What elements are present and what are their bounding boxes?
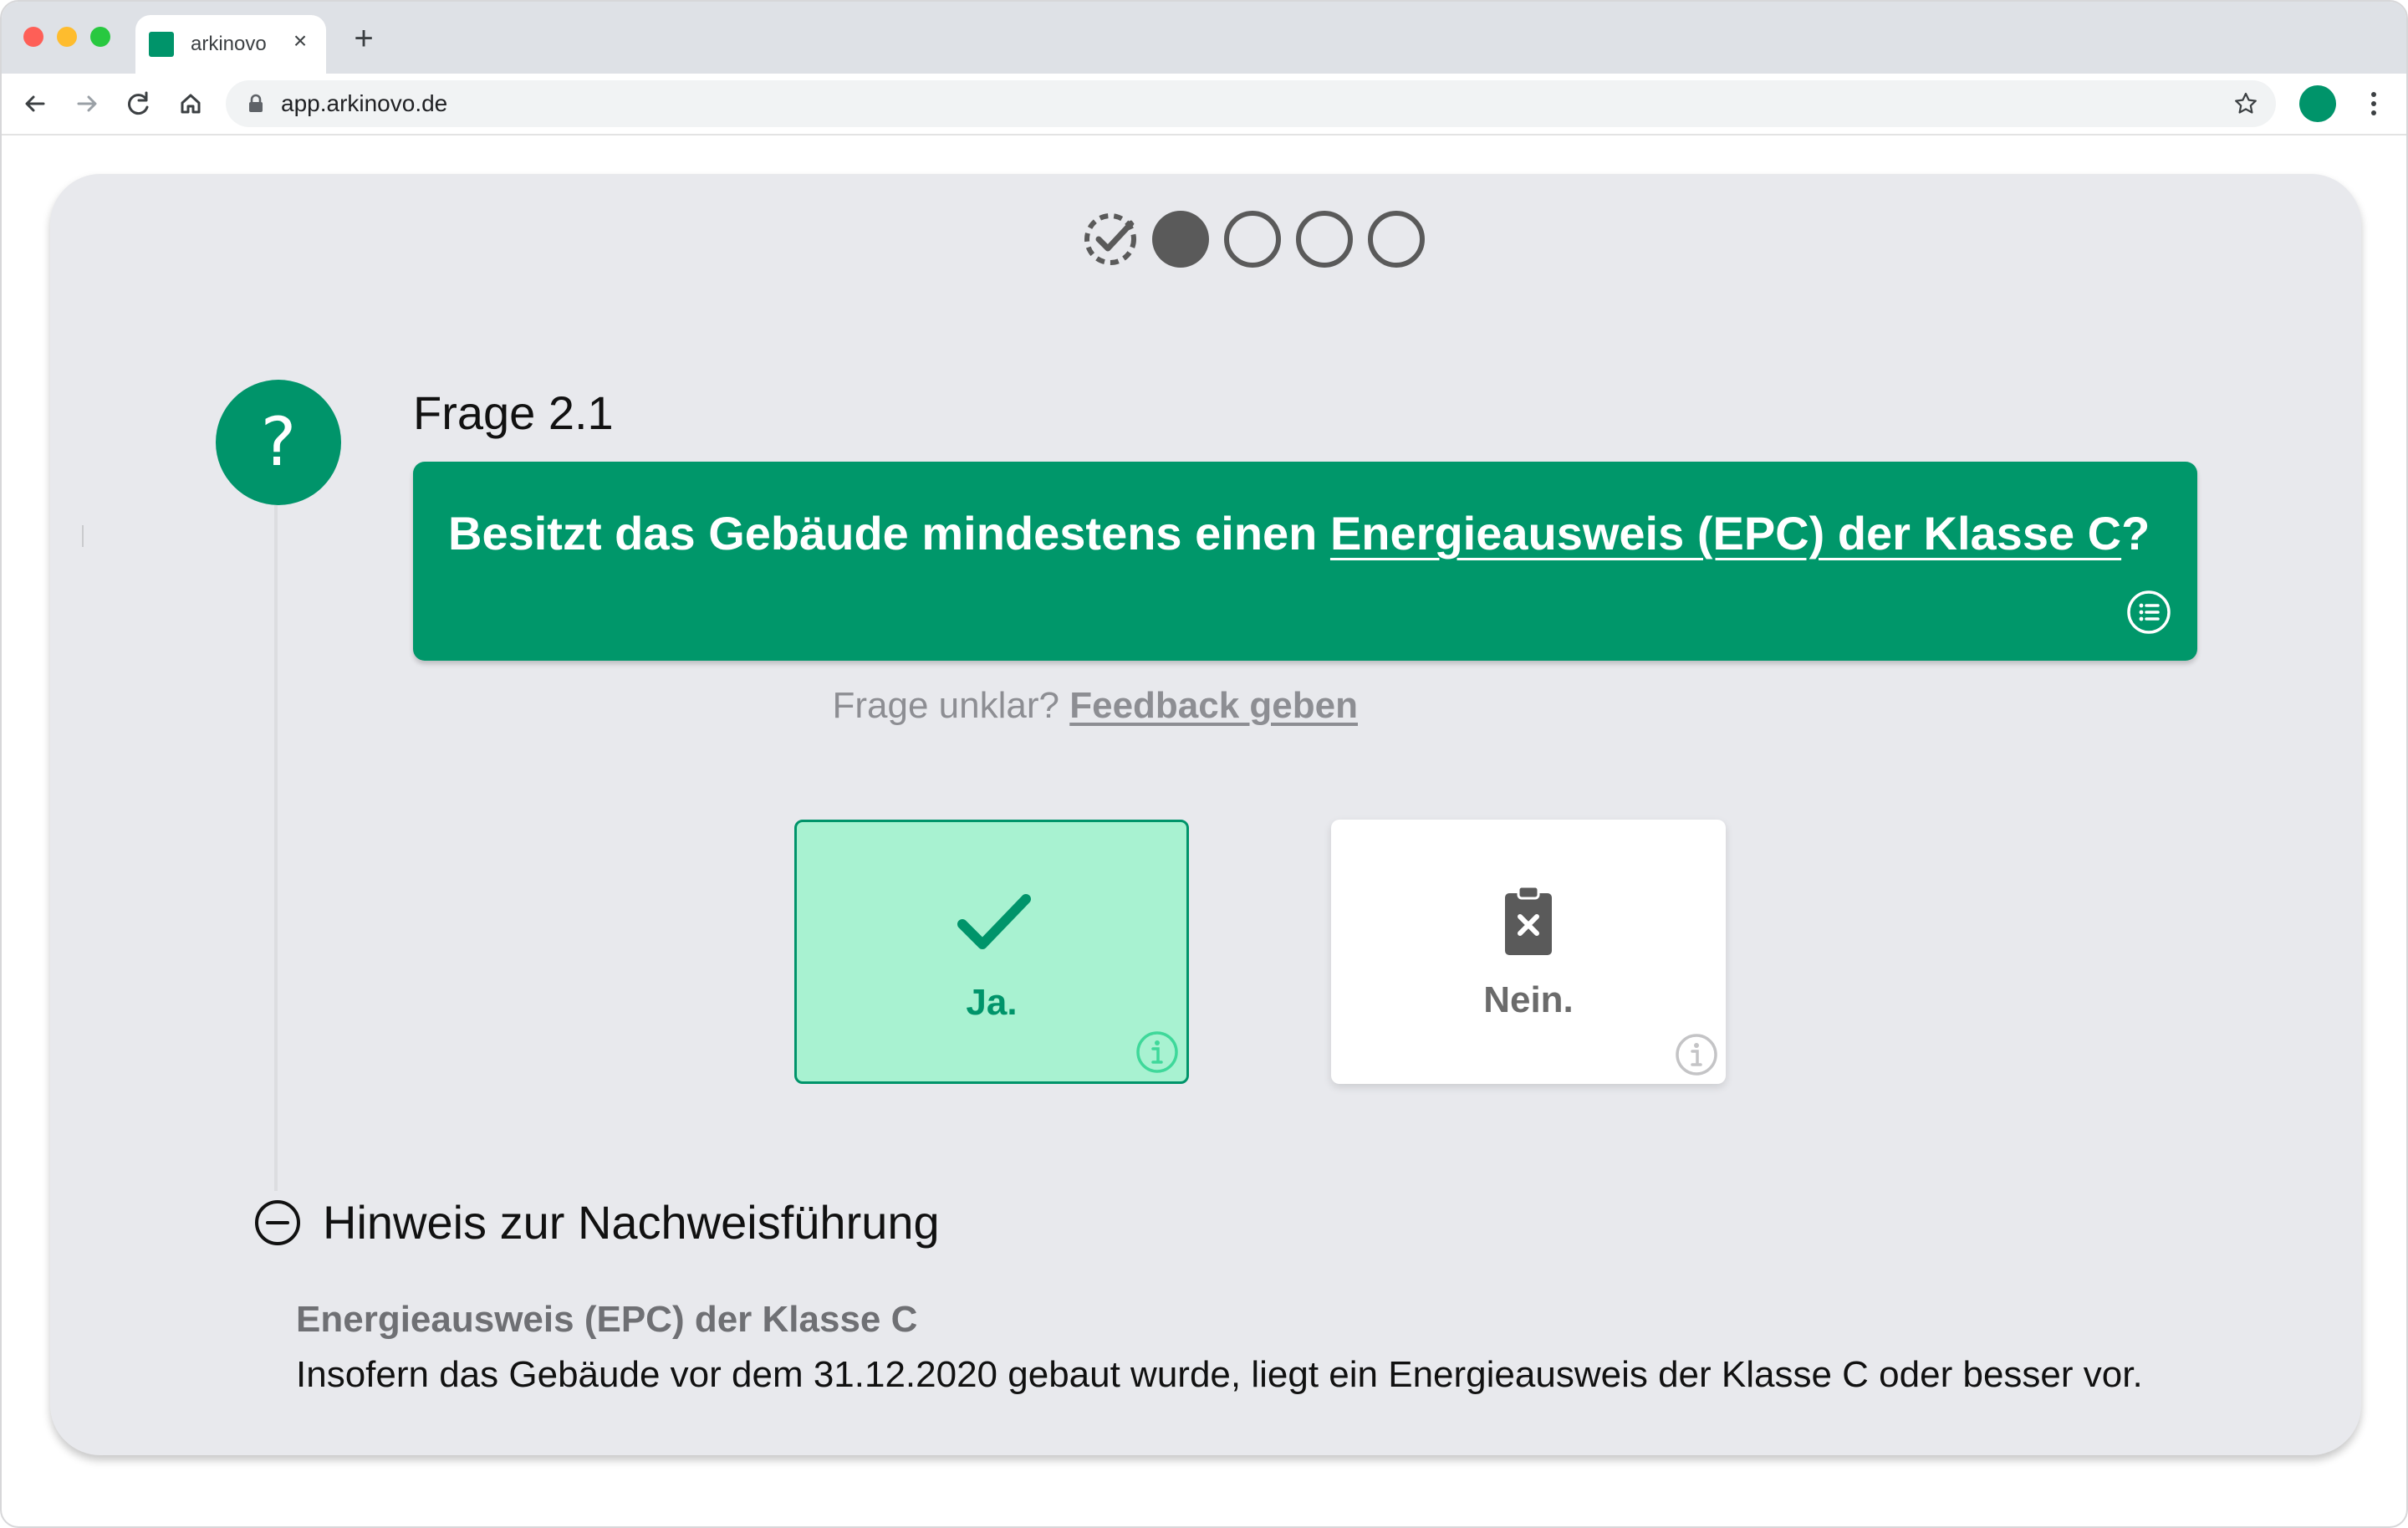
address-bar[interactable]: app.arkinovo.de xyxy=(226,80,2276,127)
browser-window: arkinovo × + app.arkinovo.de ? Frage 2.1… xyxy=(0,0,2408,1528)
favicon-icon xyxy=(149,32,174,57)
question-box: Besitzt das Gebäude mindestens einen Ene… xyxy=(413,462,2197,661)
epc-definition-link[interactable]: Energieausweis (EPC) der Klasse C xyxy=(1330,507,2121,560)
home-icon[interactable] xyxy=(172,85,209,122)
reload-icon[interactable] xyxy=(120,85,157,122)
step-current[interactable] xyxy=(1152,211,1209,268)
lock-icon xyxy=(249,94,263,112)
info-icon[interactable] xyxy=(1135,1030,1180,1075)
answer-yes-button[interactable]: Ja. xyxy=(794,820,1189,1084)
step-completed-icon[interactable] xyxy=(1082,211,1139,268)
step-open[interactable] xyxy=(1368,211,1425,268)
answer-no-button[interactable]: Nein. xyxy=(1331,820,1726,1084)
feedback-prompt: Frage unklar? xyxy=(832,685,1070,726)
clipboard-x-icon xyxy=(1505,885,1552,955)
maximize-window-button[interactable] xyxy=(90,27,110,47)
feedback-link[interactable]: Feedback geben xyxy=(1069,685,1358,726)
question-text: Besitzt das Gebäude mindestens einen Ene… xyxy=(448,502,2150,565)
list-icon[interactable] xyxy=(2125,589,2172,636)
profile-avatar[interactable] xyxy=(2299,85,2336,122)
minimize-window-button[interactable] xyxy=(57,27,77,47)
divider xyxy=(82,525,84,547)
close-window-button[interactable] xyxy=(23,27,43,47)
answer-no-label: Nein. xyxy=(1483,979,1574,1020)
question-text-start: Besitzt das Gebäude mindestens einen xyxy=(448,507,1330,560)
hint-subtitle: Energieausweis (EPC) der Klasse C xyxy=(296,1299,918,1340)
progress-steps xyxy=(1082,206,1450,273)
tab-title: arkinovo xyxy=(191,33,267,55)
step-open[interactable] xyxy=(1296,211,1353,268)
check-icon xyxy=(957,894,1031,949)
tab-strip: arkinovo × + xyxy=(2,2,2406,74)
question-number: Frage 2.1 xyxy=(413,386,614,439)
info-icon[interactable] xyxy=(1674,1032,1719,1077)
browser-toolbar: app.arkinovo.de xyxy=(2,74,2406,135)
question-mark-icon: ? xyxy=(216,380,341,505)
questionnaire-card xyxy=(50,174,2361,1455)
tab-close-icon[interactable]: × xyxy=(286,27,314,55)
browser-menu-icon[interactable] xyxy=(2361,85,2386,122)
url-text: app.arkinovo.de xyxy=(281,90,448,116)
step-open[interactable] xyxy=(1224,211,1281,268)
feedback-row: Frage unklar? Feedback geben xyxy=(833,681,1358,731)
answer-yes-label: Ja. xyxy=(966,982,1018,1023)
timeline-line xyxy=(274,505,278,1191)
bookmark-star-icon[interactable] xyxy=(2232,90,2259,117)
question-text-end: ? xyxy=(2121,507,2150,560)
back-icon[interactable] xyxy=(17,85,54,122)
collapse-minus-icon[interactable] xyxy=(253,1198,303,1248)
hint-body: Insofern das Gebäude vor dem 31.12.2020 … xyxy=(296,1354,2143,1395)
new-tab-button[interactable]: + xyxy=(348,22,380,55)
forward-icon[interactable] xyxy=(69,85,105,122)
hint-title[interactable]: Hinweis zur Nachweisführung xyxy=(323,1191,940,1255)
browser-tab[interactable]: arkinovo × xyxy=(135,15,326,74)
